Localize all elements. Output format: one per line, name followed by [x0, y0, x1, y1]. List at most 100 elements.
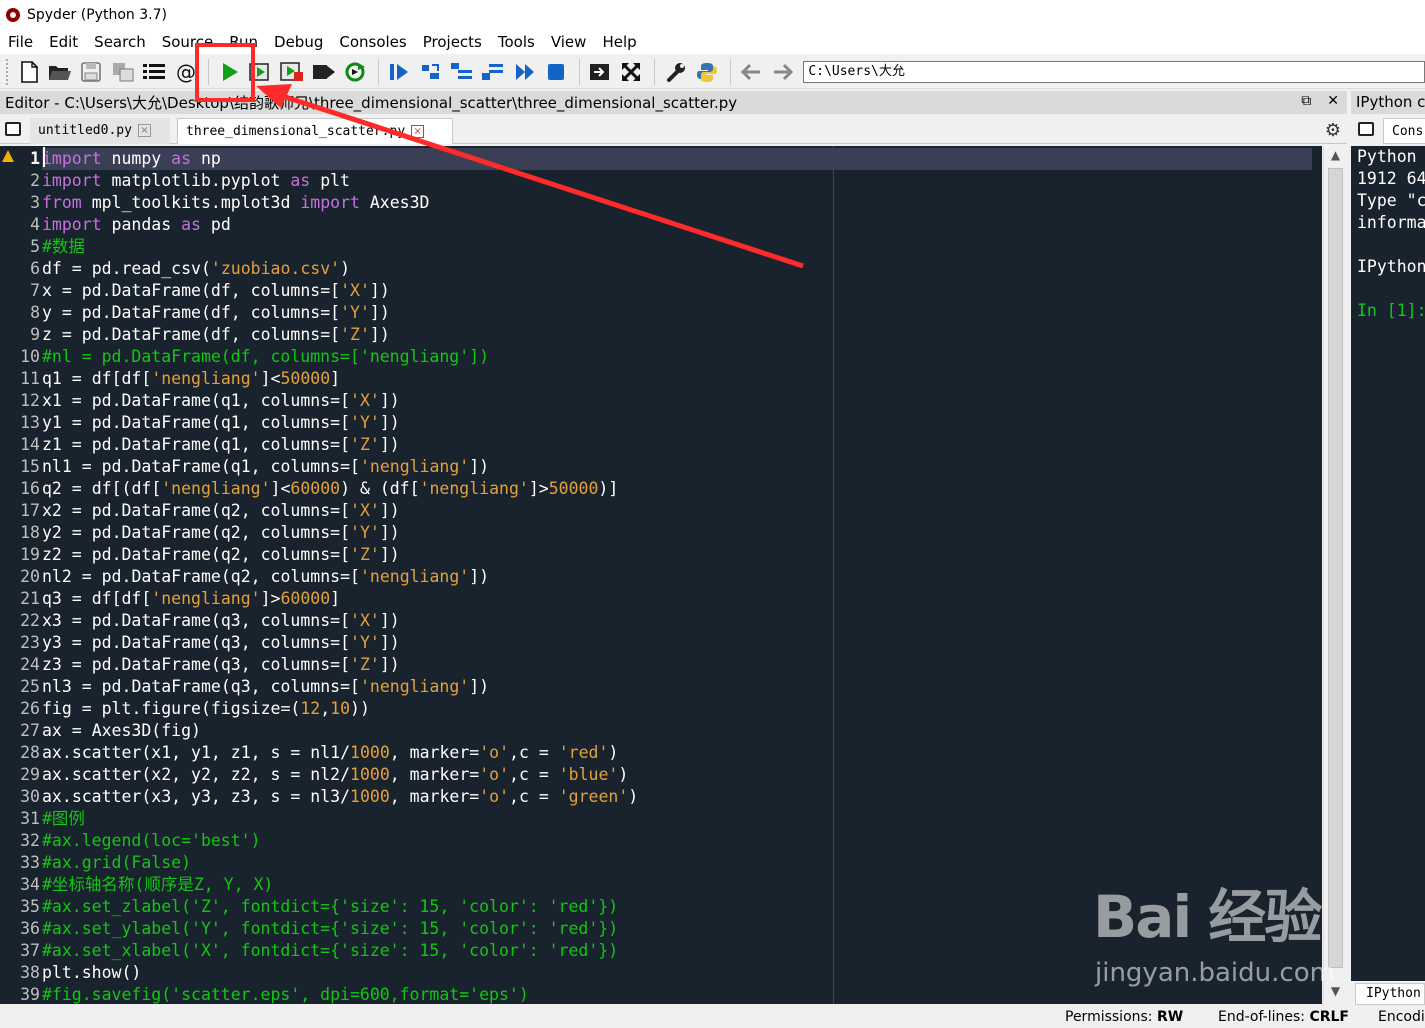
run-cell-advance-icon[interactable]: [278, 58, 307, 86]
save-icon[interactable]: [77, 58, 106, 86]
ipython-console[interactable]: Python 1912 64 Type "c informa IPython In [1…: [1351, 146, 1425, 981]
menu-tools[interactable]: Tools: [490, 33, 543, 51]
python-path-icon[interactable]: [692, 58, 721, 86]
code-line[interactable]: z2 = pd.DataFrame(q2, columns=['Z']): [42, 544, 1322, 566]
line-number: 31: [20, 809, 40, 828]
scroll-up-icon[interactable]: ▲: [1324, 148, 1347, 166]
gear-icon[interactable]: ⚙: [1325, 120, 1341, 141]
toolbar-grip[interactable]: [6, 58, 10, 85]
code-line[interactable]: from mpl_toolkits.mplot3d import Axes3D: [42, 192, 1322, 214]
line-number-gutter: 1 2 3 4 5 6 7 8 9 10 11 12 13 14 15 16 17 18 19 20 21 22 23 24 2…: [0, 146, 42, 1004]
code-line[interactable]: df = pd.read_csv('zuobiao.csv'): [42, 258, 1322, 280]
spyder-window: Spyder (Python 3.7) File Edit Search Sou…: [0, 0, 1425, 1028]
code-line[interactable]: z1 = pd.DataFrame(q1, columns=['Z']): [42, 434, 1322, 456]
menu-consoles[interactable]: Consoles: [331, 33, 414, 51]
code-line[interactable]: q3 = df[df['nengliang']>60000]: [42, 588, 1322, 610]
console-line: 1912 64: [1357, 169, 1425, 188]
code-line[interactable]: x2 = pd.DataFrame(q2, columns=['X']): [42, 500, 1322, 522]
forward-arrow-icon[interactable]: [768, 58, 797, 86]
code-line[interactable]: ax.scatter(x2, y2, z2, s = nl2/1000, mar…: [42, 764, 1322, 786]
code-line[interactable]: import matplotlib.pyplot as plt: [42, 170, 1322, 192]
menu-help[interactable]: Help: [594, 33, 644, 51]
console-line: Type "c: [1357, 191, 1425, 210]
menu-search[interactable]: Search: [86, 33, 154, 51]
code-line[interactable]: ax.scatter(x3, y3, z3, s = nl3/1000, mar…: [42, 786, 1322, 808]
menu-edit[interactable]: Edit: [41, 33, 86, 51]
open-file-icon[interactable]: [45, 58, 74, 86]
code-line[interactable]: import pandas as pd: [42, 214, 1322, 236]
browse-tabs-icon[interactable]: [1358, 122, 1374, 136]
continue-icon[interactable]: [510, 58, 539, 86]
code-line[interactable]: y2 = pd.DataFrame(q2, columns=['Y']): [42, 522, 1322, 544]
code-line[interactable]: nl2 = pd.DataFrame(q2, columns=['nenglia…: [42, 566, 1322, 588]
code-line[interactable]: q2 = df[(df['nengliang']<60000) & (df['n…: [42, 478, 1322, 500]
debug-icon[interactable]: [385, 58, 414, 86]
browse-tabs-icon[interactable]: [5, 122, 21, 136]
code-line[interactable]: nl1 = pd.DataFrame(q1, columns=['nenglia…: [42, 456, 1322, 478]
line-number: 21: [20, 589, 40, 608]
code-line[interactable]: z3 = pd.DataFrame(q3, columns=['Z']): [42, 654, 1322, 676]
svg-text:@: @: [176, 61, 196, 83]
code-line[interactable]: y1 = pd.DataFrame(q1, columns=['Y']): [42, 412, 1322, 434]
step-icon[interactable]: [416, 58, 445, 86]
save-all-icon[interactable]: [108, 58, 137, 86]
back-arrow-icon[interactable]: [737, 58, 766, 86]
outline-icon[interactable]: [139, 58, 168, 86]
run-selection-icon[interactable]: [309, 58, 338, 86]
preferences-icon[interactable]: [661, 58, 690, 86]
scrollbar-thumb[interactable]: [1328, 168, 1343, 968]
baidu-jingyan-watermark: Bai 经验 jingyan.baidu.com: [1093, 870, 1353, 1000]
rerun-icon[interactable]: [340, 58, 369, 86]
code-line[interactable]: #nl = pd.DataFrame(df, columns=['nenglia…: [42, 346, 1322, 368]
code-line[interactable]: x1 = pd.DataFrame(q1, columns=['X']): [42, 390, 1322, 412]
menu-projects[interactable]: Projects: [415, 33, 490, 51]
console-line: In [1]:: [1357, 301, 1425, 320]
code-line[interactable]: import numpy as np: [42, 148, 1312, 170]
menu-file[interactable]: File: [0, 33, 41, 51]
tab-ipython-console[interactable]: IPython: [1355, 983, 1425, 1005]
tab-untitled0[interactable]: untitled0.py ×: [30, 118, 170, 144]
line-number: 25: [20, 677, 40, 696]
menu-debug[interactable]: Debug: [266, 33, 331, 51]
tab-three-dimensional-scatter[interactable]: three_dimensional_scatter.py ×: [177, 118, 453, 144]
undock-icon[interactable]: ⧉: [1301, 93, 1311, 109]
code-line[interactable]: #数据: [42, 236, 1322, 258]
new-file-icon[interactable]: [14, 58, 43, 86]
permissions-status: Permissions: RW: [1065, 1009, 1184, 1025]
close-tab-icon[interactable]: ×: [137, 124, 151, 137]
code-line[interactable]: #图例: [42, 808, 1322, 830]
close-tab-icon[interactable]: ×: [411, 125, 425, 138]
step-into-icon[interactable]: [447, 58, 476, 86]
tab-console[interactable]: Cons: [1383, 118, 1425, 144]
code-line[interactable]: q1 = df[df['nengliang']<50000]: [42, 368, 1322, 390]
code-line[interactable]: y = pd.DataFrame(df, columns=['Y']): [42, 302, 1322, 324]
ipython-tab-bar: Cons: [1351, 115, 1425, 144]
line-number: 2: [30, 171, 40, 190]
code-line[interactable]: ax.scatter(x1, y1, z1, s = nl1/1000, mar…: [42, 742, 1322, 764]
line-number: 8: [30, 303, 40, 322]
line-number: 11: [20, 369, 40, 388]
code-line[interactable]: z = pd.DataFrame(df, columns=['Z']): [42, 324, 1322, 346]
code-line[interactable]: nl3 = pd.DataFrame(q3, columns=['nenglia…: [42, 676, 1322, 698]
code-line[interactable]: ax = Axes3D(fig): [42, 720, 1322, 742]
watermark-logo: Bai 经验: [1093, 883, 1322, 951]
menu-view[interactable]: View: [543, 33, 595, 51]
fullscreen-icon[interactable]: [617, 58, 646, 86]
editor-path: Editor - C:\Users\大允\Desktop\结韵歌师兄\three…: [5, 94, 738, 112]
maximize-pane-icon[interactable]: [585, 58, 614, 86]
working-directory-input[interactable]: C:\Users\大允: [803, 60, 1425, 83]
code-line[interactable]: x3 = pd.DataFrame(q3, columns=['X']): [42, 610, 1322, 632]
line-number: 26: [20, 699, 40, 718]
encoding-status: Encodi: [1378, 1009, 1425, 1025]
toolbar-separator: [729, 58, 731, 85]
stop-debug-icon[interactable]: [541, 58, 570, 86]
code-line[interactable]: y3 = pd.DataFrame(q3, columns=['Y']): [42, 632, 1322, 654]
step-return-icon[interactable]: [479, 58, 508, 86]
code-line[interactable]: #ax.legend(loc='best'): [42, 830, 1322, 852]
close-pane-icon[interactable]: ✕: [1327, 93, 1339, 109]
editor-tab-bar: untitled0.py × three_dimensional_scatter.…: [0, 115, 1347, 144]
code-line[interactable]: x = pd.DataFrame(df, columns=['X']): [42, 280, 1322, 302]
line-number: 6: [30, 259, 40, 278]
code-line[interactable]: fig = plt.figure(figsize=(12,10)): [42, 698, 1322, 720]
